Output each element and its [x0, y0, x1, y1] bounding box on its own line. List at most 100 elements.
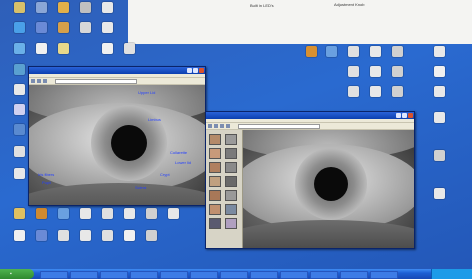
- desktop-icon[interactable]: [370, 46, 381, 57]
- desktop-icon[interactable]: [348, 86, 359, 97]
- desktop-icon[interactable]: [58, 22, 69, 33]
- desktop-icon[interactable]: [58, 208, 69, 219]
- desktop-icon[interactable]: [146, 208, 157, 219]
- desktop-icon[interactable]: [14, 208, 25, 219]
- desktop-icon[interactable]: [58, 43, 69, 54]
- desktop-icon[interactable]: [14, 64, 25, 75]
- desktop-icon[interactable]: [14, 43, 25, 54]
- toolbar-icon[interactable]: [220, 124, 224, 128]
- desktop-icon[interactable]: [392, 46, 403, 57]
- desktop-icon[interactable]: [14, 104, 25, 115]
- taskbar-button[interactable]: [340, 271, 368, 279]
- start-button[interactable]: ▪: [0, 269, 34, 279]
- desktop-icon[interactable]: [392, 66, 403, 77]
- thumbnail[interactable]: [209, 204, 221, 215]
- desktop-icon[interactable]: [102, 230, 113, 241]
- taskbar-button[interactable]: [100, 271, 128, 279]
- thumbnail[interactable]: [225, 190, 237, 201]
- iris-viewer-window-2[interactable]: [205, 111, 415, 249]
- desktop-icon[interactable]: [434, 86, 445, 97]
- address-field[interactable]: [238, 123, 320, 129]
- desktop-icon[interactable]: [14, 124, 25, 135]
- toolbar-icon[interactable]: [208, 124, 212, 128]
- desktop-icon[interactable]: [124, 208, 135, 219]
- thumbnail[interactable]: [209, 190, 221, 201]
- desktop-icon[interactable]: [124, 43, 135, 54]
- taskbar-button[interactable]: [250, 271, 278, 279]
- desktop-icon[interactable]: [58, 230, 69, 241]
- desktop-icon[interactable]: [14, 84, 25, 95]
- desktop-icon[interactable]: [434, 188, 445, 199]
- taskbar-button[interactable]: [370, 271, 398, 279]
- desktop-icon[interactable]: [434, 112, 445, 123]
- titlebar[interactable]: [206, 112, 414, 119]
- desktop-icon[interactable]: [348, 66, 359, 77]
- desktop-icon[interactable]: [14, 22, 25, 33]
- iris-viewer-window-1[interactable]: [28, 66, 206, 206]
- desktop-icon[interactable]: [36, 43, 47, 54]
- taskbar-button[interactable]: [280, 271, 308, 279]
- titlebar[interactable]: [29, 67, 205, 74]
- desktop-icon[interactable]: [124, 230, 135, 241]
- toolbar-icon[interactable]: [226, 124, 230, 128]
- thumbnail[interactable]: [209, 162, 221, 173]
- maximize-icon[interactable]: [402, 113, 407, 118]
- taskbar-button[interactable]: [310, 271, 338, 279]
- address-field[interactable]: [55, 78, 137, 84]
- taskbar-button[interactable]: [130, 271, 158, 279]
- desktop-icon[interactable]: [14, 2, 25, 13]
- desktop-icon[interactable]: [102, 22, 113, 33]
- desktop-icon[interactable]: [434, 46, 445, 57]
- taskbar-button[interactable]: [220, 271, 248, 279]
- desktop-icon[interactable]: [370, 86, 381, 97]
- taskbar-button[interactable]: [160, 271, 188, 279]
- thumbnail[interactable]: [225, 204, 237, 215]
- desktop-icon[interactable]: [36, 2, 47, 13]
- desktop-icon[interactable]: [326, 46, 337, 57]
- taskbar-button[interactable]: [70, 271, 98, 279]
- desktop-icon[interactable]: [14, 146, 25, 157]
- desktop-icon[interactable]: [36, 22, 47, 33]
- desktop-icon[interactable]: [80, 2, 91, 13]
- desktop-icon[interactable]: [36, 208, 47, 219]
- minimize-icon[interactable]: [187, 68, 192, 73]
- close-icon[interactable]: [408, 113, 413, 118]
- taskbar-button[interactable]: [190, 271, 218, 279]
- thumbnail[interactable]: [209, 176, 221, 187]
- desktop-icon[interactable]: [102, 2, 113, 13]
- toolbar-icon[interactable]: [31, 79, 35, 83]
- desktop-icon[interactable]: [168, 208, 179, 219]
- close-icon[interactable]: [199, 68, 204, 73]
- desktop-icon[interactable]: [434, 66, 445, 77]
- desktop-icon[interactable]: [434, 150, 445, 161]
- minimize-icon[interactable]: [396, 113, 401, 118]
- desktop-icon[interactable]: [36, 230, 47, 241]
- desktop-icon[interactable]: [102, 208, 113, 219]
- system-tray[interactable]: [431, 269, 472, 279]
- thumbnail[interactable]: [225, 176, 237, 187]
- thumbnail[interactable]: [209, 218, 221, 229]
- toolbar-icon[interactable]: [37, 79, 41, 83]
- thumbnail[interactable]: [225, 134, 237, 145]
- thumbnail[interactable]: [225, 162, 237, 173]
- desktop-icon[interactable]: [348, 46, 359, 57]
- desktop-icon[interactable]: [102, 43, 113, 54]
- toolbar-icon[interactable]: [214, 124, 218, 128]
- toolbar-icon[interactable]: [43, 79, 47, 83]
- desktop-icon[interactable]: [392, 86, 403, 97]
- desktop-icon[interactable]: [14, 168, 25, 179]
- taskbar-button[interactable]: [40, 271, 68, 279]
- thumbnail[interactable]: [225, 148, 237, 159]
- desktop-icon[interactable]: [14, 230, 25, 241]
- desktop-icon[interactable]: [80, 22, 91, 33]
- desktop-icon[interactable]: [58, 2, 69, 13]
- desktop-icon[interactable]: [370, 66, 381, 77]
- desktop-icon[interactable]: [80, 230, 91, 241]
- thumbnail[interactable]: [209, 134, 221, 145]
- desktop-icon[interactable]: [80, 208, 91, 219]
- thumbnail[interactable]: [209, 148, 221, 159]
- thumbnail[interactable]: [225, 218, 237, 229]
- desktop-icon[interactable]: [306, 46, 317, 57]
- desktop-icon[interactable]: [146, 230, 157, 241]
- maximize-icon[interactable]: [193, 68, 198, 73]
